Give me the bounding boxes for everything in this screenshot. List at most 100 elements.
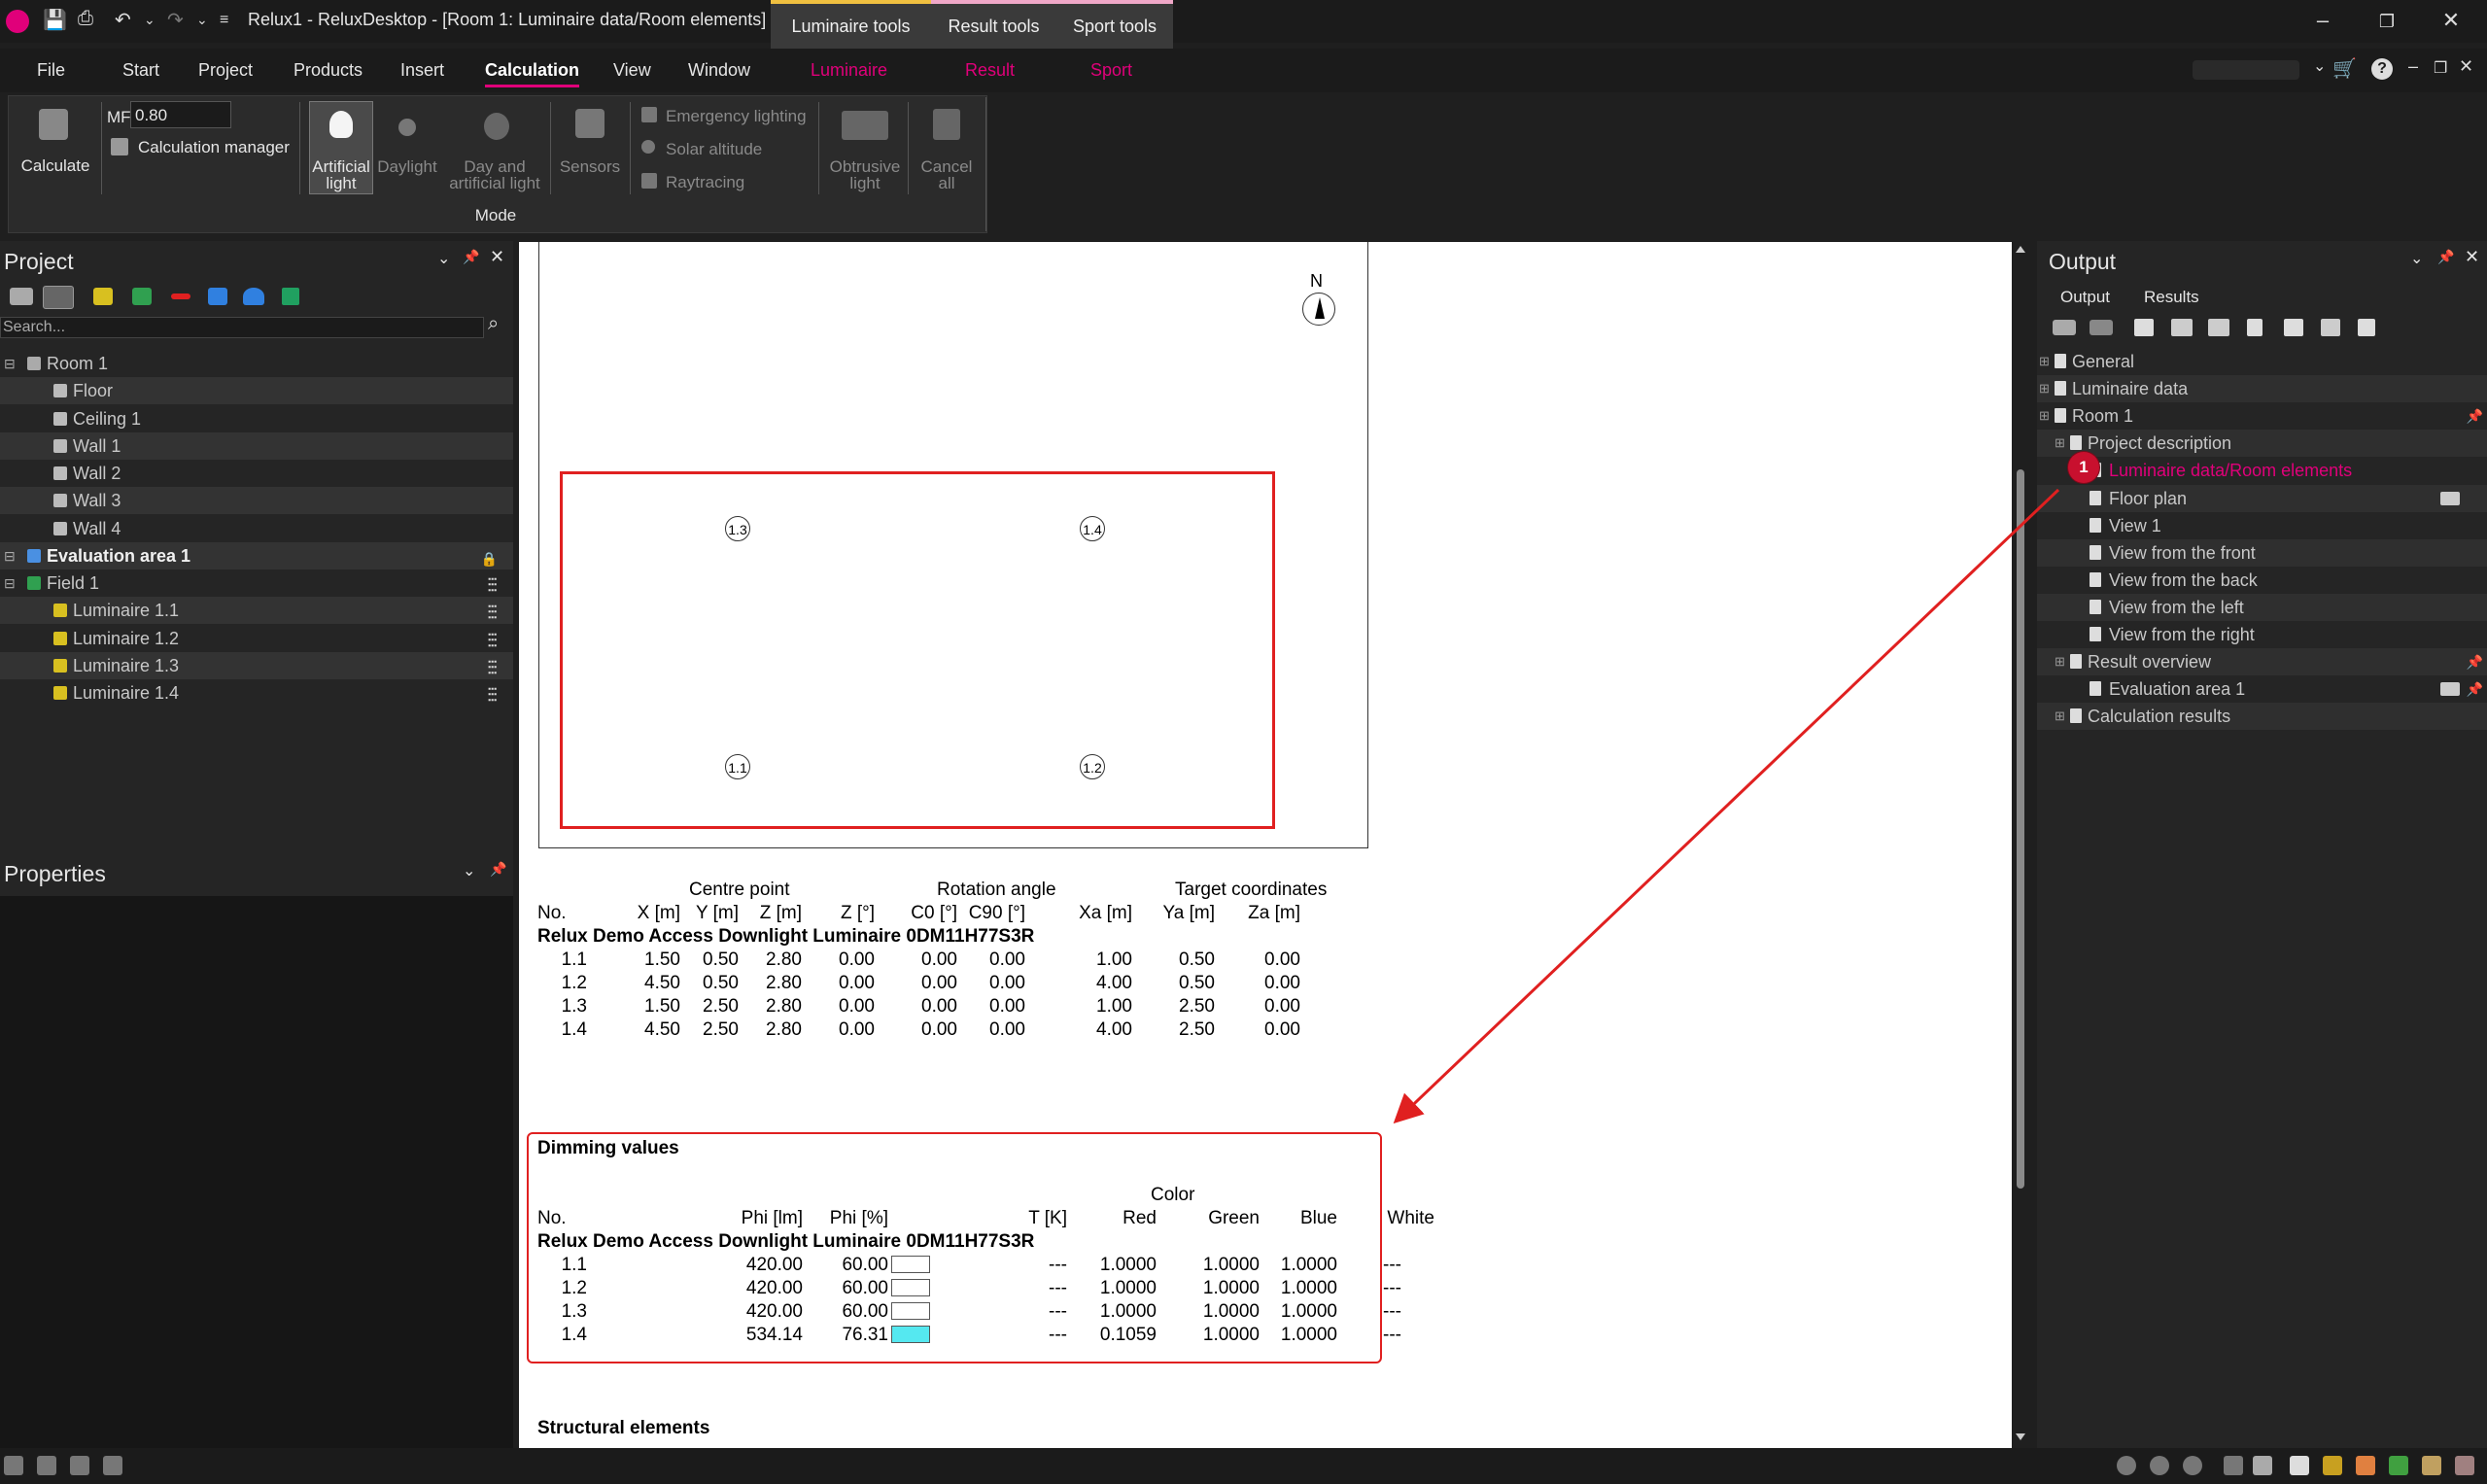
expand-toggle-icon[interactable]: ⊞ <box>2055 430 2065 457</box>
panel-dropdown-icon[interactable]: ⌄ <box>2410 249 2423 268</box>
toolbar-plan-icon[interactable] <box>2134 319 2154 336</box>
raytracing-button[interactable]: Raytracing <box>666 174 744 190</box>
pin-icon[interactable]: 📌 <box>463 249 479 265</box>
menu-window[interactable]: Window <box>688 60 750 81</box>
pin-icon[interactable]: 📌 <box>2467 402 2483 430</box>
project-tree-item[interactable]: Luminaire 1.2 ⫶⫶⫶ <box>0 625 513 652</box>
toolbar-room-icon[interactable] <box>10 288 33 305</box>
menu-result[interactable]: Result <box>965 60 1015 81</box>
maximize-icon[interactable]: ❐ <box>2367 12 2406 32</box>
calculation-manager-button[interactable]: Calculation manager <box>138 139 290 155</box>
scrollbar-thumb[interactable] <box>2017 469 2024 1189</box>
project-search-input[interactable]: Search... <box>0 317 484 338</box>
menu-insert[interactable]: Insert <box>400 60 444 81</box>
context-tab-result-tools[interactable]: Result tools <box>931 0 1056 49</box>
project-tree-item[interactable]: ⊟ Evaluation area 1 🔒 <box>0 541 513 569</box>
luminaire-marker[interactable]: 1.2 <box>1080 754 1105 779</box>
toolbar-furniture-icon[interactable] <box>208 288 227 305</box>
scroll-down-icon[interactable] <box>2016 1433 2025 1440</box>
project-tree-item[interactable]: ⊟ Field 1 ⫶⫶⫶ <box>0 569 513 597</box>
toolbar-3d-icon[interactable] <box>2171 319 2193 336</box>
dimming-fader-icon[interactable]: ⫶⫶⫶ <box>487 682 498 709</box>
zoom-in-icon[interactable] <box>2117 1456 2136 1475</box>
output-tree-item[interactable]: Floor plan <box>2037 484 2487 512</box>
output-tree-item[interactable]: View from the front <box>2037 538 2487 567</box>
pin-icon[interactable]: 📌 <box>2437 249 2454 265</box>
luminaire-marker[interactable]: 1.3 <box>725 516 750 541</box>
dimming-fader-icon[interactable]: ⫶⫶⫶ <box>487 655 498 682</box>
sensors-button[interactable]: Sensors <box>556 158 624 175</box>
dimming-fader-icon[interactable]: ⫶⫶⫶ <box>487 600 498 627</box>
expand-toggle-icon[interactable]: ⊞ <box>2055 703 2065 730</box>
emergency-lighting-button[interactable]: Emergency lighting <box>666 108 807 124</box>
expand-toggle-icon[interactable]: ⊞ <box>2039 375 2050 402</box>
tab-results[interactable]: Results <box>2144 288 2199 307</box>
user-account-area[interactable] <box>2193 60 2299 80</box>
menu-luminaire[interactable]: Luminaire <box>811 60 887 81</box>
expand-toggle-icon[interactable]: ⊞ <box>2055 648 2065 675</box>
status-image-icon[interactable] <box>103 1456 122 1475</box>
zoom-fit-icon[interactable] <box>2183 1456 2202 1475</box>
view-room-icon[interactable] <box>2224 1456 2243 1475</box>
project-tree-item[interactable]: Floor <box>0 377 513 405</box>
undo-icon[interactable]: ↶ <box>115 8 131 32</box>
menu-start[interactable]: Start <box>122 60 159 81</box>
ribbon-close-icon[interactable]: ✕ <box>2459 56 2473 77</box>
toolbar-object-icon[interactable] <box>243 288 264 305</box>
status-a-icon[interactable] <box>4 1456 23 1475</box>
output-tree-item[interactable]: ⊞ Room 1 📌 <box>2037 402 2487 430</box>
menu-file[interactable]: File <box>37 60 65 81</box>
project-tree-item[interactable]: Luminaire 1.4 ⫶⫶⫶ <box>0 679 513 707</box>
close-window-icon[interactable]: ✕ <box>2432 8 2470 33</box>
output-tree-item[interactable]: View from the left <box>2037 593 2487 621</box>
view-render-icon[interactable] <box>2356 1456 2375 1475</box>
print-icon[interactable]: ⎙ <box>78 8 93 30</box>
cart-icon[interactable]: 🛒 <box>2332 56 2357 81</box>
output-tree-item[interactable]: View from the back <box>2037 567 2487 594</box>
luminaire-marker[interactable]: 1.4 <box>1080 516 1105 541</box>
status-grid-icon[interactable] <box>37 1456 56 1475</box>
solar-altitude-button[interactable]: Solar altitude <box>666 141 762 157</box>
scroll-up-icon[interactable] <box>2016 246 2025 253</box>
toolbar-floor-icon[interactable] <box>2090 320 2113 335</box>
toolbar-expand-icon[interactable] <box>2358 319 2375 336</box>
search-icon[interactable]: ⌕ <box>488 313 499 335</box>
output-tree-item[interactable]: Evaluation area 1 📌 <box>2037 675 2487 703</box>
output-tree-item[interactable]: ⊞ Result overview 📌 <box>2037 648 2487 676</box>
project-tree-item[interactable]: Luminaire 1.3 ⫶⫶⫶ <box>0 651 513 682</box>
minimize-icon[interactable]: – <box>2303 8 2342 33</box>
toolbar-sensor-icon[interactable] <box>171 293 190 299</box>
toolbar-luminaire-icon[interactable] <box>93 288 113 305</box>
save-icon[interactable]: 💾 <box>43 8 67 32</box>
menu-project[interactable]: Project <box>198 60 253 81</box>
expand-toggle-icon[interactable]: ⊟ <box>4 569 16 597</box>
toolbar-room-icon[interactable] <box>2053 320 2076 335</box>
project-tree-item[interactable]: ⊟ Room 1 <box>0 350 513 377</box>
view-isolines-icon[interactable] <box>2422 1456 2441 1475</box>
view-floor-icon[interactable] <box>2253 1456 2272 1475</box>
calculate-button[interactable]: Calculate <box>14 157 97 174</box>
panel-dropdown-icon[interactable]: ⌄ <box>463 861 475 880</box>
customize-toolbar-icon[interactable]: ≡ <box>220 12 228 29</box>
pin-icon[interactable]: 📌 <box>2467 648 2483 675</box>
status-chart-icon[interactable] <box>70 1456 89 1475</box>
menu-products[interactable]: Products <box>294 60 363 81</box>
view-3d-icon[interactable] <box>2323 1456 2342 1475</box>
view-plan-icon[interactable] <box>2290 1456 2309 1475</box>
project-tree-item[interactable]: Wall 4 <box>0 515 513 542</box>
toolbar-document-icon[interactable] <box>2247 319 2262 336</box>
zoom-out-icon[interactable] <box>2150 1456 2169 1475</box>
context-tab-luminaire-tools[interactable]: Luminaire tools <box>771 0 931 49</box>
dimming-fader-icon[interactable]: ⫶⫶⫶ <box>487 572 498 600</box>
close-panel-icon[interactable]: ✕ <box>2465 247 2479 267</box>
view-false-color-icon[interactable] <box>2389 1456 2408 1475</box>
daylight-button[interactable]: Daylight <box>373 158 441 175</box>
expand-toggle-icon[interactable]: ⊞ <box>2039 348 2050 375</box>
project-tree-item[interactable]: Wall 3 <box>0 487 513 515</box>
tab-output[interactable]: Output <box>2060 288 2110 307</box>
dimming-fader-icon[interactable]: ⫶⫶⫶ <box>487 628 498 655</box>
monitor-icon[interactable] <box>2440 491 2460 505</box>
toolbar-chart-icon[interactable] <box>2321 319 2340 336</box>
output-tree-item[interactable]: ⊞ Project description <box>2037 430 2487 458</box>
monitor-icon[interactable] <box>2440 682 2460 697</box>
